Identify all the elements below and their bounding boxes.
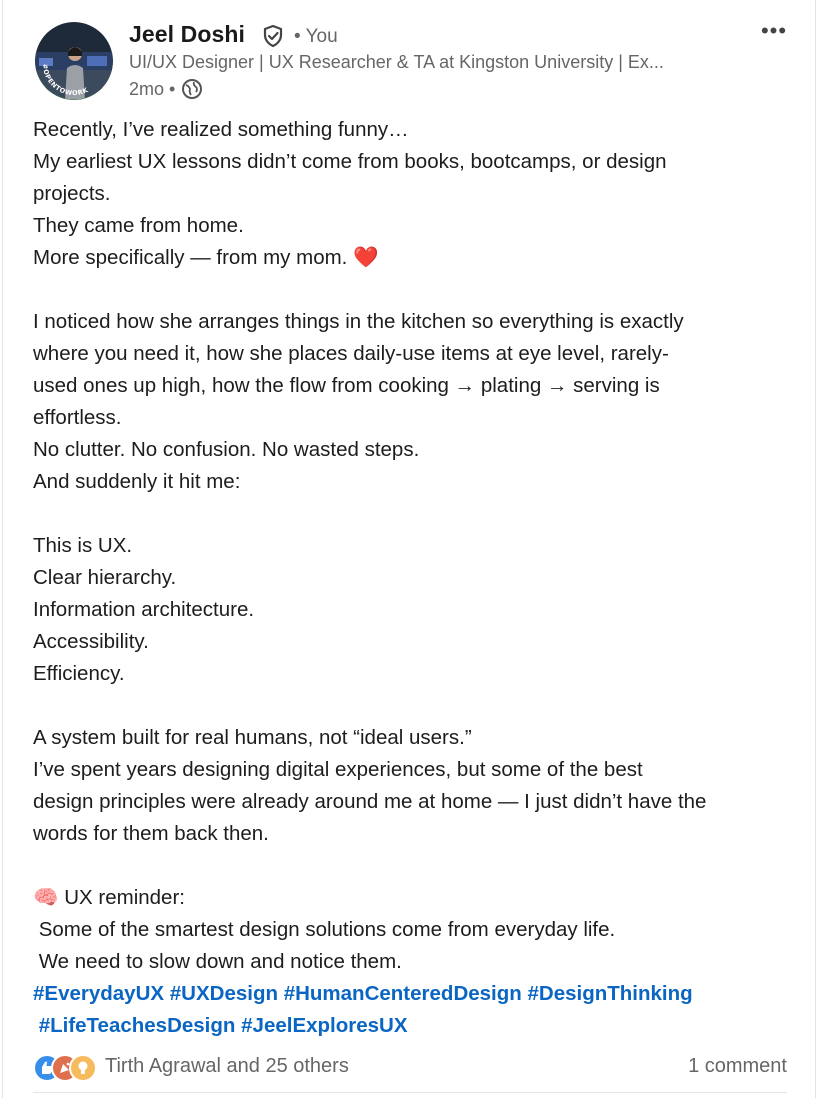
reactions-summary[interactable]: Tirth Agrawal and 25 others	[33, 1054, 349, 1082]
body-line: used ones up high, how the flow from coo…	[33, 374, 660, 397]
comments-count[interactable]: 1 comment	[688, 1055, 787, 1078]
body-line: 🧠 UX reminder:	[33, 886, 185, 909]
body-line: Recently, I’ve realized something funny…	[33, 118, 409, 141]
hashtag-link[interactable]: #JeelExploresUX	[241, 1014, 407, 1037]
body-line: And suddenly it hit me:	[33, 470, 241, 493]
hashtag-link[interactable]: #DesignThinking	[528, 982, 693, 1005]
reactions-text[interactable]: Tirth Agrawal and 25 others	[105, 1055, 349, 1078]
post-body: Recently, I’ve realized something funny……	[33, 114, 803, 978]
reaction-icons	[33, 1054, 99, 1082]
insightful-icon	[69, 1054, 97, 1082]
hashtags: #EverydayUX #UXDesign #HumanCenteredDesi…	[33, 978, 803, 1042]
body-line: design principles were already around me…	[33, 790, 707, 813]
body-line: Some of the smartest design solutions co…	[33, 918, 616, 941]
body-line: I noticed how she arranges things in the…	[33, 310, 684, 333]
body-line: effortless.	[33, 406, 122, 429]
body-line: where you need it, how she places daily-…	[33, 342, 669, 365]
hashtag-link[interactable]: #LifeTeachesDesign	[39, 1014, 236, 1037]
body-line: Accessibility.	[33, 630, 149, 653]
post-card: #OPENTOWORK Jeel Doshi • You UI/UX Desig…	[2, 0, 816, 1098]
heart-emoji: ❤️	[353, 246, 379, 269]
more-options-icon[interactable]: •••	[759, 18, 789, 46]
hashtag-link[interactable]: #HumanCenteredDesign	[284, 982, 522, 1005]
body-line: My earliest UX lessons didn’t come from …	[33, 150, 667, 173]
post-meta: 2mo •	[129, 78, 203, 100]
divider	[33, 1092, 787, 1093]
author-avatar[interactable]: #OPENTOWORK	[35, 22, 113, 100]
body-line: We need to slow down and notice them.	[33, 950, 402, 973]
hashtag-link[interactable]: #EverydayUX	[33, 982, 164, 1005]
author-relation: • You	[294, 26, 338, 47]
body-line: No clutter. No confusion. No wasted step…	[33, 438, 420, 461]
body-line: words for them back then.	[33, 822, 269, 845]
body-line: I’ve spent years designing digital exper…	[33, 758, 643, 781]
body-line: Information architecture.	[33, 598, 255, 621]
author-name[interactable]: Jeel Doshi	[129, 21, 245, 48]
body-line: They came from home.	[33, 214, 244, 237]
hashtag-link[interactable]: #UXDesign	[170, 982, 278, 1005]
post-time: 2mo •	[129, 78, 176, 99]
avatar-photo: #OPENTOWORK	[35, 22, 113, 100]
body-line: More specifically — from my mom. ❤️	[33, 242, 803, 274]
globe-icon[interactable]	[181, 78, 203, 100]
body-line: Efficiency.	[33, 662, 125, 685]
body-line-text: More specifically — from my mom.	[33, 246, 354, 269]
body-line: projects.	[33, 182, 111, 205]
verified-shield-icon	[261, 24, 285, 48]
author-headline: UI/UX Designer | UX Researcher & TA at K…	[129, 52, 664, 72]
body-line: A system built for real humans, not “ide…	[33, 726, 472, 749]
body-line: Clear hierarchy.	[33, 566, 177, 589]
body-line: This is UX.	[33, 534, 133, 557]
